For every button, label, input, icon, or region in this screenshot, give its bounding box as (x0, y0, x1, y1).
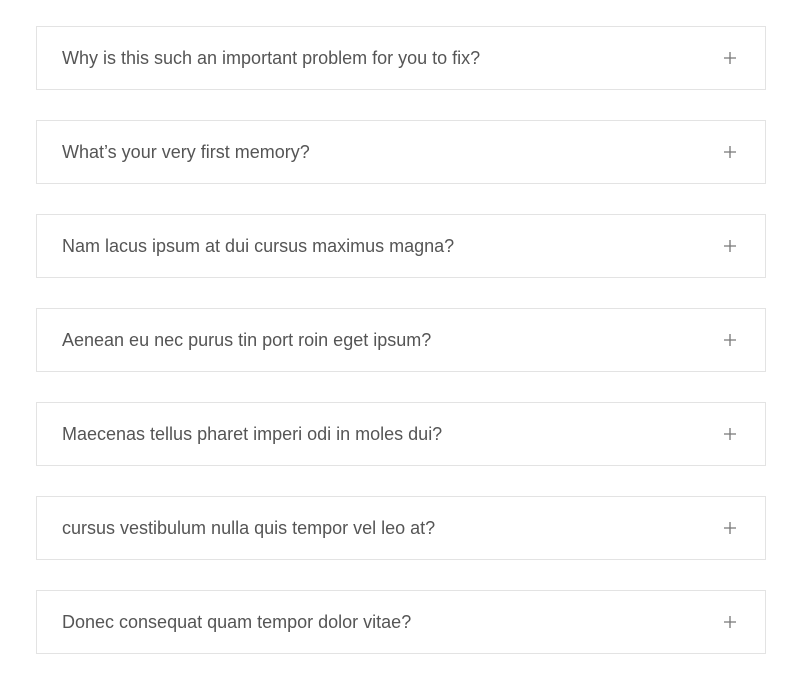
faq-item-4[interactable]: Aenean eu nec purus tin port roin eget i… (36, 308, 766, 372)
plus-icon[interactable] (723, 239, 737, 253)
faq-question: Maecenas tellus pharet imperi odi in mol… (62, 424, 443, 444)
plus-icon[interactable] (723, 521, 737, 535)
faq-question: Aenean eu nec purus tin port roin eget i… (62, 330, 432, 350)
faq-question: Nam lacus ipsum at dui cursus maximus ma… (62, 236, 455, 256)
faq-question: cursus vestibulum nulla quis tempor vel … (62, 518, 436, 538)
plus-icon[interactable] (723, 145, 737, 159)
faq-item-1[interactable]: Why is this such an important problem fo… (36, 26, 766, 90)
plus-icon[interactable] (723, 615, 737, 629)
faq-accordion: Why is this such an important problem fo… (0, 0, 803, 686)
plus-icon[interactable] (723, 427, 737, 441)
faq-question: Why is this such an important problem fo… (62, 48, 481, 68)
faq-item-3[interactable]: Nam lacus ipsum at dui cursus maximus ma… (36, 214, 766, 278)
plus-icon[interactable] (723, 51, 737, 65)
faq-question: What’s your very first memory? (62, 142, 310, 162)
plus-icon[interactable] (723, 333, 737, 347)
faq-item-2[interactable]: What’s your very first memory? (36, 120, 766, 184)
faq-question: Donec consequat quam tempor dolor vitae? (62, 612, 412, 632)
faq-item-6[interactable]: cursus vestibulum nulla quis tempor vel … (36, 496, 766, 560)
faq-item-7[interactable]: Donec consequat quam tempor dolor vitae? (36, 590, 766, 654)
faq-item-5[interactable]: Maecenas tellus pharet imperi odi in mol… (36, 402, 766, 466)
